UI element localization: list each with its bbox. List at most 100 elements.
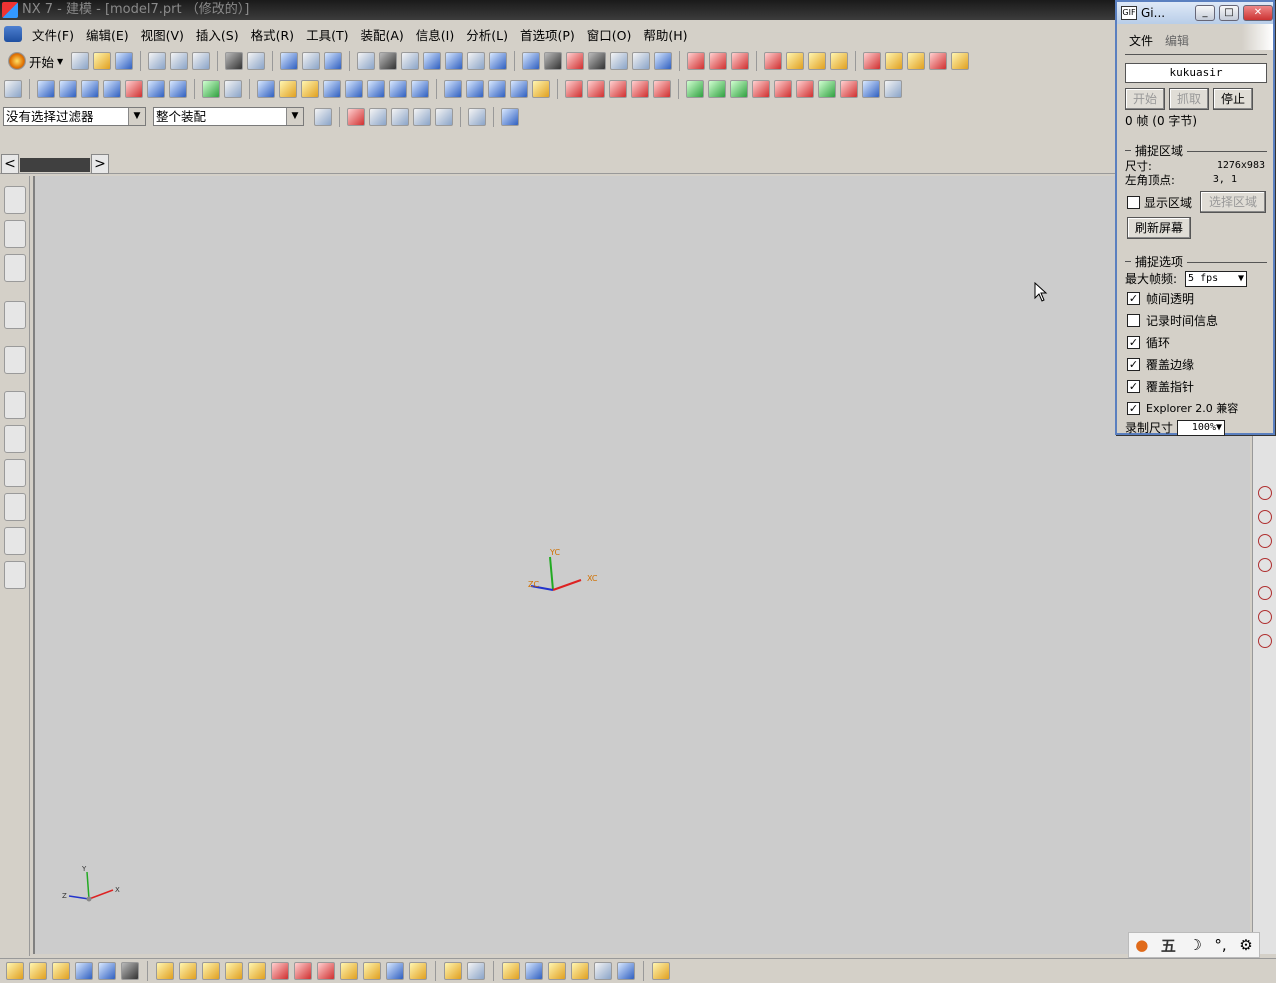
assembly-navigator-icon[interactable] bbox=[4, 186, 26, 214]
point-icon[interactable] bbox=[686, 80, 704, 98]
camera-icon[interactable] bbox=[571, 962, 589, 980]
punctuation-icon[interactable]: °, bbox=[1214, 936, 1226, 954]
zoom-icon[interactable] bbox=[401, 52, 420, 70]
zoom-window-icon[interactable] bbox=[379, 52, 398, 70]
spring-icon[interactable] bbox=[818, 80, 836, 98]
hole-icon[interactable] bbox=[103, 80, 121, 98]
info-icon[interactable] bbox=[4, 301, 26, 329]
check-cover-edges[interactable]: ✓ 覆盖边缘 bbox=[1117, 353, 1273, 375]
fit-icon[interactable] bbox=[357, 52, 376, 70]
minimize-button[interactable]: _ bbox=[1195, 5, 1215, 21]
check-box[interactable]: ✓ bbox=[1127, 357, 1140, 371]
snap-point-icon[interactable] bbox=[687, 52, 706, 70]
menu-tools[interactable]: 工具(T) bbox=[300, 25, 354, 44]
max-fps-select[interactable]: 5 fps ▼ bbox=[1185, 270, 1248, 287]
thread-icon[interactable] bbox=[532, 80, 550, 98]
menu-edit[interactable]: 编辑(E) bbox=[80, 25, 135, 44]
check-explorer-compat[interactable]: ✓ Explorer 2.0 兼容 bbox=[1117, 397, 1273, 419]
gif-filename-field[interactable]: kukuasir bbox=[1125, 63, 1267, 83]
cylinder-red-icon[interactable] bbox=[774, 80, 792, 98]
window-icon[interactable] bbox=[525, 962, 543, 980]
copy-icon[interactable] bbox=[170, 52, 189, 70]
clipping-icon[interactable] bbox=[610, 52, 629, 70]
constraint-navigator-icon[interactable] bbox=[4, 254, 26, 282]
record-size-select[interactable]: 100%▼ bbox=[1177, 419, 1226, 436]
mirror-icon[interactable] bbox=[510, 80, 528, 98]
capsule-icon[interactable] bbox=[796, 80, 814, 98]
part-icon[interactable] bbox=[929, 52, 948, 70]
menu-view[interactable]: 视图(V) bbox=[135, 25, 190, 44]
graphics-viewport[interactable]: YC XC ZC Y X Z bbox=[33, 176, 1250, 954]
menu-insert[interactable]: 插入(S) bbox=[190, 25, 245, 44]
pan-icon[interactable] bbox=[467, 52, 486, 70]
check-record-time[interactable]: 记录时间信息 bbox=[1117, 309, 1273, 331]
rectangle-select-icon[interactable] bbox=[468, 108, 486, 126]
scenes-icon[interactable] bbox=[4, 561, 26, 589]
menu-analysis[interactable]: 分析(L) bbox=[460, 25, 514, 44]
menu-preferences[interactable]: 首选项(P) bbox=[514, 25, 581, 44]
helix-icon[interactable] bbox=[653, 80, 671, 98]
start-button[interactable]: 开始 ▼ bbox=[4, 52, 67, 71]
refresh-icon[interactable] bbox=[75, 962, 93, 980]
render-style-icon[interactable] bbox=[544, 52, 563, 70]
view-icon[interactable] bbox=[502, 962, 520, 980]
select-body-icon[interactable] bbox=[501, 108, 519, 126]
constraint-icon[interactable] bbox=[271, 962, 289, 980]
wcs-icon[interactable] bbox=[654, 52, 673, 70]
body-icon[interactable] bbox=[951, 52, 970, 70]
snap-pole-icon[interactable] bbox=[1258, 634, 1272, 648]
layer-icon[interactable] bbox=[632, 52, 651, 70]
snap-mid-icon[interactable] bbox=[731, 52, 750, 70]
revolve-icon[interactable] bbox=[59, 80, 77, 98]
show-area-checkbox[interactable] bbox=[1127, 195, 1140, 209]
tab-active[interactable] bbox=[20, 158, 90, 172]
block-icon[interactable] bbox=[147, 80, 165, 98]
system-materials-icon[interactable] bbox=[4, 493, 26, 521]
paint-icon[interactable] bbox=[324, 52, 343, 70]
snap-tangent-icon[interactable] bbox=[1258, 534, 1272, 548]
undo-icon[interactable] bbox=[225, 52, 244, 70]
select-chain-icon[interactable] bbox=[413, 108, 431, 126]
cylinder-icon[interactable] bbox=[169, 80, 187, 98]
component-icon[interactable] bbox=[885, 52, 904, 70]
menu-assembly[interactable]: 装配(A) bbox=[354, 25, 409, 44]
sketch-icon[interactable] bbox=[4, 80, 22, 98]
add-component-icon[interactable] bbox=[156, 962, 174, 980]
circle-icon[interactable] bbox=[708, 80, 726, 98]
graphics-icon[interactable] bbox=[594, 962, 612, 980]
check-loop[interactable]: ✓ 循环 bbox=[1117, 331, 1273, 353]
protractor-icon[interactable] bbox=[808, 52, 827, 70]
gif-start-button[interactable]: 开始 bbox=[1125, 88, 1165, 110]
menu-file[interactable]: 文件(F) bbox=[26, 25, 80, 44]
zoom-in-icon[interactable] bbox=[423, 52, 442, 70]
explode-icon[interactable] bbox=[317, 962, 335, 980]
part-navigator-icon[interactable] bbox=[4, 220, 26, 248]
link-icon[interactable] bbox=[467, 962, 485, 980]
paste-icon[interactable] bbox=[192, 52, 211, 70]
extrude-icon[interactable] bbox=[37, 80, 55, 98]
settings-icon[interactable] bbox=[617, 962, 635, 980]
menu-format[interactable]: 格式(R) bbox=[245, 25, 300, 44]
box-select-icon[interactable] bbox=[863, 52, 882, 70]
check-box[interactable] bbox=[1127, 313, 1140, 327]
measure-icon[interactable] bbox=[29, 962, 47, 980]
unite-icon[interactable] bbox=[257, 80, 275, 98]
scope-select[interactable]: 整个装配 ▼ bbox=[153, 107, 304, 126]
redo-icon[interactable] bbox=[247, 52, 266, 70]
dimension-icon[interactable] bbox=[830, 52, 849, 70]
export-icon[interactable] bbox=[652, 962, 670, 980]
move-component-icon[interactable] bbox=[248, 962, 266, 980]
ruler-icon[interactable] bbox=[786, 52, 805, 70]
trim-body-icon[interactable] bbox=[323, 80, 341, 98]
perspective-icon[interactable] bbox=[489, 52, 508, 70]
snap-center-icon[interactable] bbox=[1258, 486, 1272, 500]
split-body-icon[interactable] bbox=[345, 80, 363, 98]
snap-setting-icon[interactable] bbox=[347, 108, 365, 126]
pattern-icon[interactable] bbox=[488, 80, 506, 98]
spline-icon[interactable] bbox=[587, 80, 605, 98]
star-icon[interactable] bbox=[752, 80, 770, 98]
draft-icon[interactable] bbox=[466, 80, 484, 98]
section-icon[interactable] bbox=[548, 962, 566, 980]
refresh-screen-button[interactable]: 刷新屏幕 bbox=[1127, 217, 1191, 239]
ruler-icon[interactable] bbox=[6, 962, 24, 980]
